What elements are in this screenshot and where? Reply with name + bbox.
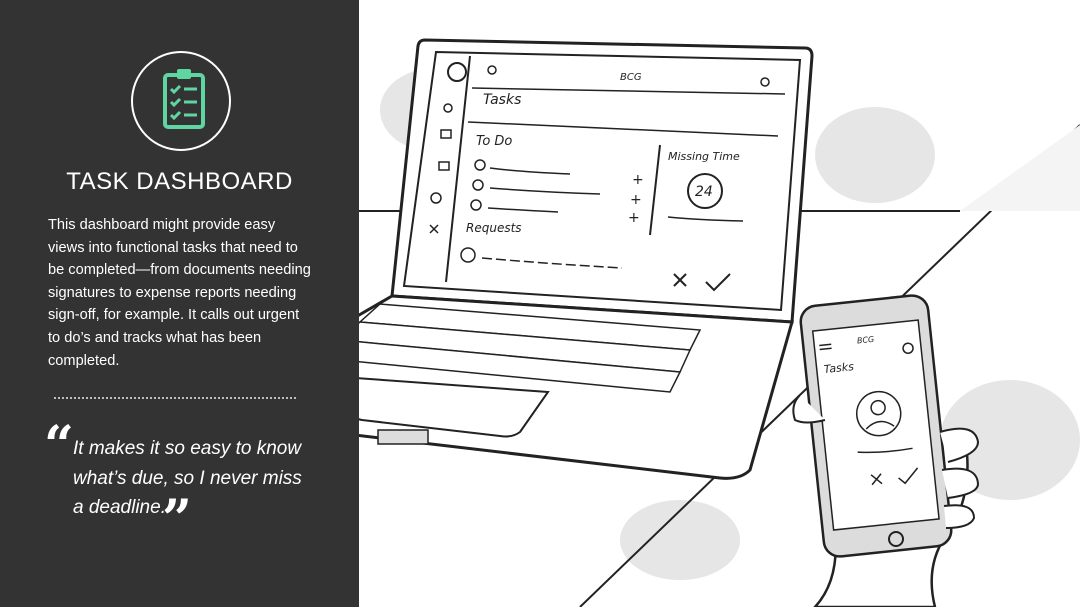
svg-text:+: +	[632, 172, 644, 188]
svg-text:+: +	[628, 210, 640, 226]
laptop-brand: BCG	[620, 72, 642, 83]
phone: BCG Tasks	[792, 294, 980, 607]
laptop-requests-heading: Requests	[466, 221, 522, 235]
laptop-missing-time-heading: Missing Time	[668, 150, 740, 163]
dotted-divider	[54, 397, 296, 399]
panel-description: This dashboard might provide easy views …	[48, 217, 311, 369]
testimonial-quote: It makes it so easy to know what’s due, …	[73, 438, 302, 518]
open-quote-icon: “	[44, 415, 74, 476]
table-surface-shade	[960, 125, 1080, 211]
laptop: BCG Tasks To Do + + + Missing Time 24 Re…	[359, 38, 814, 480]
info-panel: TASK DASHBOARD This dashboard might prov…	[0, 0, 359, 607]
clipboard-checklist-icon	[131, 51, 231, 151]
close-quote-icon: ”	[162, 489, 192, 550]
laptop-todo-heading: To Do	[476, 134, 512, 149]
phone-brand: BCG	[857, 335, 875, 346]
svg-text:+: +	[630, 192, 642, 208]
laptop-section-title: Tasks	[483, 92, 521, 108]
panel-title: TASK DASHBOARD	[66, 168, 293, 195]
laptop-missing-time-value: 24	[695, 184, 713, 200]
device-illustration: BCG Tasks To Do + + + Missing Time 24 Re…	[359, 38, 1080, 607]
